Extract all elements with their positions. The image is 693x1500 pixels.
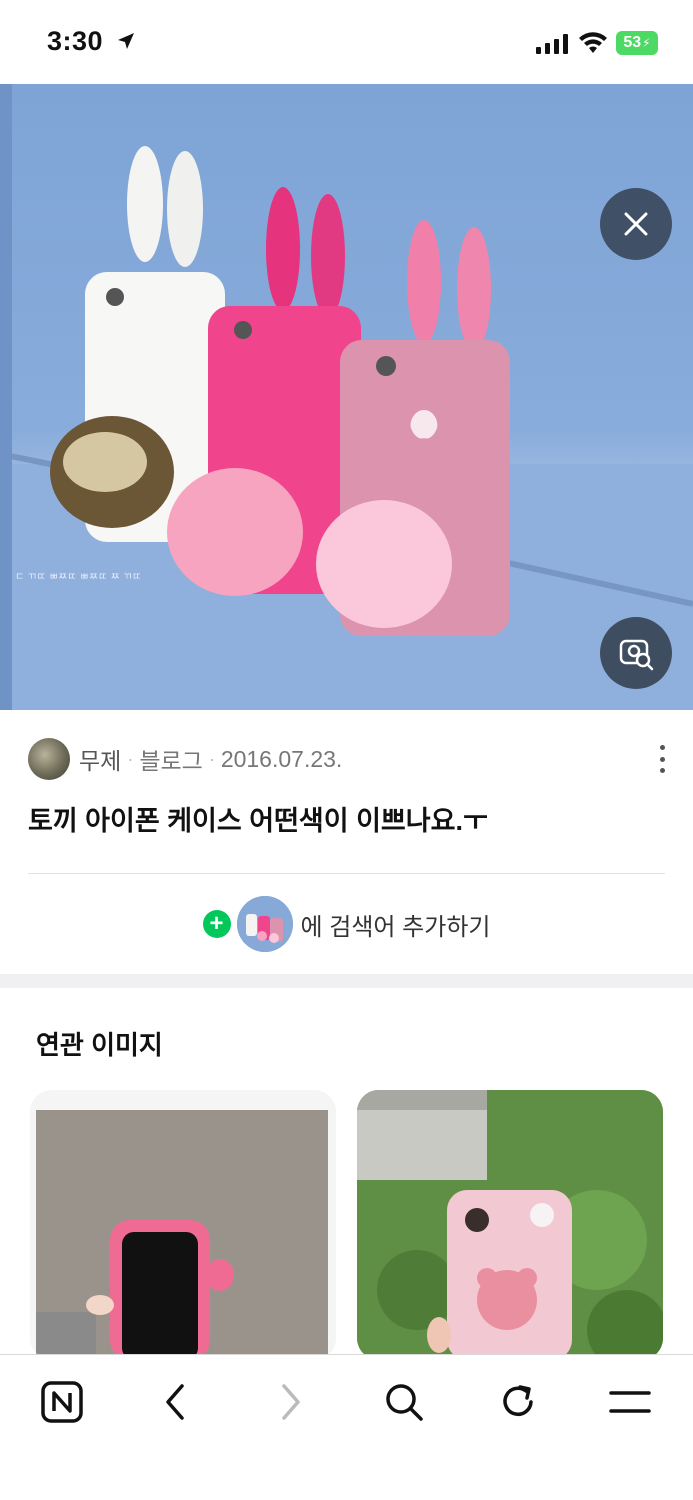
search-button[interactable] bbox=[374, 1377, 434, 1427]
more-dot-icon bbox=[659, 756, 665, 762]
divider bbox=[28, 873, 665, 874]
forward-button[interactable] bbox=[260, 1377, 320, 1427]
refresh-button[interactable] bbox=[488, 1377, 548, 1427]
related-image-photo bbox=[357, 1090, 663, 1360]
more-dot-icon bbox=[659, 745, 665, 750]
bunny-cases-photo: ㄷ ㄲㄸ ㅃㅉㄸ ㅃㅉㄸ ㅉ ㄲㄸ bbox=[0, 84, 693, 710]
separator: · bbox=[208, 748, 215, 769]
bottom-toolbar bbox=[0, 1354, 693, 1500]
battery-level: 53 bbox=[623, 34, 642, 51]
status-time: 3:30 bbox=[47, 26, 104, 56]
lens-search-icon bbox=[619, 639, 654, 671]
more-options-button[interactable] bbox=[654, 745, 670, 773]
forward-icon bbox=[282, 1384, 300, 1420]
cellular-signal-icon bbox=[536, 34, 568, 54]
refresh-icon bbox=[503, 1385, 533, 1416]
source-date: 2016.07.23. bbox=[220, 745, 343, 772]
naver-home-icon bbox=[41, 1381, 83, 1423]
location-arrow-icon bbox=[118, 33, 134, 49]
add-search-label: 에 검색어 추가하기 bbox=[300, 913, 491, 941]
related-image-card[interactable] bbox=[30, 1090, 336, 1360]
section-separator bbox=[0, 974, 693, 988]
source-avatar bbox=[28, 738, 70, 780]
menu-icon bbox=[609, 1391, 651, 1413]
search-icon bbox=[386, 1384, 423, 1421]
image-thumbnail bbox=[236, 896, 293, 952]
svg-text:ㄷ ㄲㄸ ㅃㅉㄸ ㅃㅉㄸ ㅉ ㄲㄸ: ㄷ ㄲㄸ ㅃㅉㄸ ㅃㅉㄸ ㅉ ㄲㄸ bbox=[15, 572, 141, 583]
charging-bolt-icon: ⚡ bbox=[642, 36, 651, 50]
main-image[interactable]: ㄷ ㄲㄸ ㅃㅉㄸ ㅃㅉㄸ ㅉ ㄲㄸ bbox=[0, 84, 693, 710]
naver-home-button[interactable] bbox=[32, 1377, 92, 1427]
related-images-title: 연관 이미지 bbox=[36, 1030, 163, 1060]
menu-button[interactable] bbox=[600, 1377, 660, 1427]
related-image-photo bbox=[30, 1090, 336, 1360]
status-bar: 3:30 53 ⚡ bbox=[0, 0, 693, 84]
related-image-card[interactable] bbox=[357, 1090, 663, 1360]
image-search-button[interactable] bbox=[600, 617, 672, 689]
close-button[interactable] bbox=[600, 188, 672, 260]
close-icon bbox=[624, 212, 648, 236]
source-name[interactable]: 무제 bbox=[79, 742, 121, 776]
battery-indicator: 53 ⚡ bbox=[616, 31, 658, 55]
thumbnail-photo bbox=[236, 896, 293, 952]
source-row[interactable]: 무제 · 블로그 · 2016.07.23. bbox=[28, 737, 668, 781]
wifi-icon bbox=[579, 32, 607, 53]
back-icon bbox=[166, 1384, 184, 1420]
back-button[interactable] bbox=[146, 1377, 206, 1427]
add-search-term-button[interactable]: + 에 검색어 추가하기 bbox=[0, 896, 693, 952]
source-type: 블로그 bbox=[139, 748, 203, 774]
plus-icon: + bbox=[202, 910, 231, 938]
more-dot-icon bbox=[659, 768, 665, 773]
post-title[interactable]: 토끼 아이폰 케이스 어떤색이 이쁘나요.ㅜ bbox=[28, 799, 488, 838]
separator: · bbox=[127, 748, 134, 769]
